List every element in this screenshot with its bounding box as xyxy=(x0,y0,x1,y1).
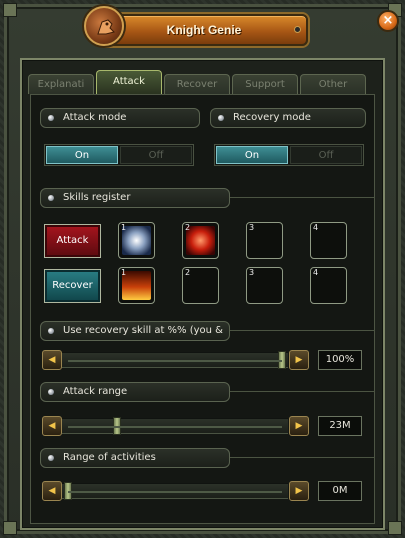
attack-range-header: Attack range xyxy=(40,382,230,402)
slider-thumb[interactable] xyxy=(278,351,286,369)
slot-number: 1 xyxy=(121,268,127,277)
slot-number: 2 xyxy=(185,223,191,232)
skills-register-header: Skills register xyxy=(40,188,230,208)
attack-mode-header: Attack mode xyxy=(40,108,200,128)
slot-number: 3 xyxy=(249,223,255,232)
attack-range-label: Attack range xyxy=(63,386,128,397)
recovery-mode-off-button[interactable]: Off xyxy=(290,146,362,164)
title-knob-icon xyxy=(294,26,301,33)
activity-range-label: Range of activities xyxy=(63,452,156,463)
recovery-mode-toggle: On Off xyxy=(214,144,364,166)
fire-potion-skill-icon xyxy=(122,271,151,300)
activity-range-slider[interactable] xyxy=(62,482,288,500)
slot-number: 4 xyxy=(313,223,319,232)
attack-range-decrease-button[interactable]: ◀ xyxy=(42,416,62,436)
recovery-mode-label: Recovery mode xyxy=(233,112,311,123)
threshold-slider[interactable] xyxy=(62,351,288,369)
attack-skill-slot-3[interactable]: 3 xyxy=(246,222,283,259)
attack-mode-off-button[interactable]: Off xyxy=(120,146,192,164)
red-spiral-skill-icon xyxy=(186,226,215,255)
bullet-icon xyxy=(218,115,224,121)
frame-corner-bl xyxy=(3,521,17,535)
tab-support[interactable]: Support xyxy=(232,74,298,94)
slot-number: 1 xyxy=(121,223,127,232)
threshold-increase-button[interactable]: ▶ xyxy=(289,350,309,370)
skills-register-label: Skills register xyxy=(63,192,131,203)
activity-range-header: Range of activities xyxy=(40,448,230,468)
recover-skill-slot-4[interactable]: 4 xyxy=(310,267,347,304)
attack-mode-on-button[interactable]: On xyxy=(46,146,118,164)
recovery-threshold-header: Use recovery skill at %% (you & xyxy=(40,321,230,341)
attack-skill-slot-1[interactable]: 1 xyxy=(118,222,155,259)
tab-recover[interactable]: Recover xyxy=(164,74,230,94)
bullet-icon xyxy=(48,328,54,334)
attack-range-increase-button[interactable]: ▶ xyxy=(289,416,309,436)
threshold-value: 100% xyxy=(318,350,362,370)
recover-skill-slot-3[interactable]: 3 xyxy=(246,267,283,304)
knight-emblem-icon xyxy=(84,6,124,46)
slot-number: 3 xyxy=(249,268,255,277)
slider-thumb[interactable] xyxy=(113,417,122,435)
activity-range-increase-button[interactable]: ▶ xyxy=(289,481,309,501)
title-bar[interactable]: Knight Genie xyxy=(100,14,308,46)
slider-thumb[interactable] xyxy=(64,482,72,500)
tab-attack[interactable]: Attack xyxy=(96,70,162,94)
activity-range-value: 0M xyxy=(318,481,362,501)
attack-range-slider[interactable] xyxy=(62,417,288,435)
bullet-icon xyxy=(48,389,54,395)
attack-mode-label: Attack mode xyxy=(63,112,127,123)
bullet-icon xyxy=(48,195,54,201)
frame-corner-br xyxy=(388,521,402,535)
recovery-mode-on-button[interactable]: On xyxy=(216,146,288,164)
tiger-skill-icon xyxy=(122,226,151,255)
recovery-threshold-label: Use recovery skill at %% (you & xyxy=(63,325,223,336)
attack-skill-button[interactable]: Attack xyxy=(44,224,101,258)
close-button[interactable]: × xyxy=(377,10,399,32)
attack-skill-slot-2[interactable]: 2 xyxy=(182,222,219,259)
window-title: Knight Genie xyxy=(166,23,242,37)
activity-range-decrease-button[interactable]: ◀ xyxy=(42,481,62,501)
slot-number: 2 xyxy=(185,268,191,277)
attack-skill-slot-4[interactable]: 4 xyxy=(310,222,347,259)
recover-skill-slot-1[interactable]: 1 xyxy=(118,267,155,304)
attack-range-value: 23M xyxy=(318,416,362,436)
tab-other[interactable]: Other xyxy=(300,74,366,94)
frame-corner-tl xyxy=(3,3,17,17)
attack-mode-toggle: On Off xyxy=(44,144,194,166)
bullet-icon xyxy=(48,455,54,461)
bullet-icon xyxy=(48,115,54,121)
tab-explanation[interactable]: Explanati xyxy=(28,74,94,94)
recovery-mode-header: Recovery mode xyxy=(210,108,366,128)
threshold-decrease-button[interactable]: ◀ xyxy=(42,350,62,370)
recover-skill-button[interactable]: Recover xyxy=(44,269,101,303)
slot-number: 4 xyxy=(313,268,319,277)
recover-skill-slot-2[interactable]: 2 xyxy=(182,267,219,304)
